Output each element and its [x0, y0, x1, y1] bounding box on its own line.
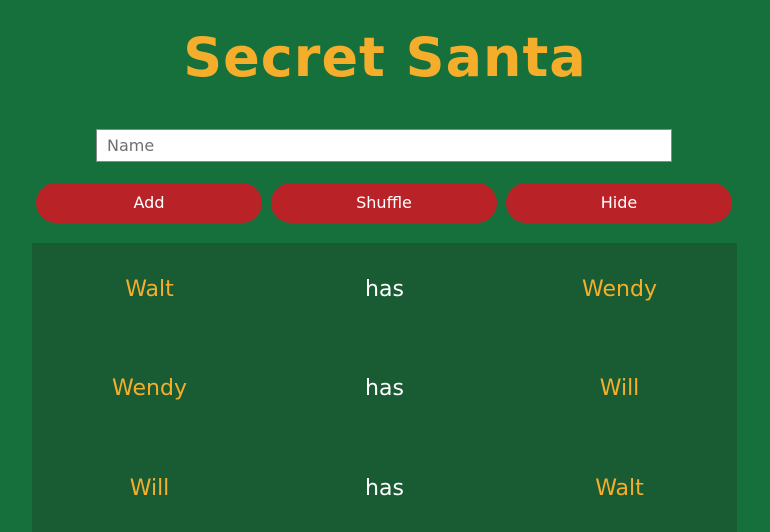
giver-name: Wendy: [112, 376, 187, 401]
receiver-name: Walt: [595, 476, 644, 501]
giver-name: Will: [129, 476, 170, 501]
receiver-name: Wendy: [582, 277, 657, 302]
receiver-name: Will: [599, 376, 640, 401]
has-label: has: [365, 376, 404, 401]
pair-row: Walt has Wendy: [32, 270, 737, 310]
giver-name: Walt: [125, 277, 174, 302]
has-label: has: [365, 277, 404, 302]
pairs-list: Walt has Wendy Wendy has Will Will has W…: [32, 243, 737, 532]
has-label: has: [365, 476, 404, 501]
pair-row: Will has Walt: [32, 469, 737, 509]
name-input[interactable]: [96, 129, 672, 162]
page-title: Secret Santa: [183, 26, 587, 89]
pair-row: Wendy has Will: [32, 369, 737, 409]
add-button[interactable]: Add: [36, 183, 262, 223]
hide-button[interactable]: Hide: [506, 183, 732, 223]
shuffle-button[interactable]: Shuffle: [271, 183, 497, 223]
